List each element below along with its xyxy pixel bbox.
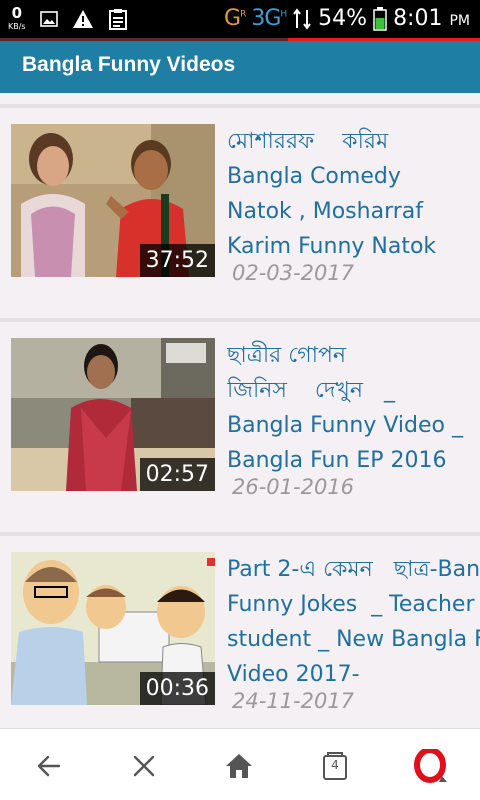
image-icon: [39, 10, 58, 27]
battery-percent: 54%: [318, 6, 368, 31]
back-arrow-icon: [37, 755, 61, 777]
speed-unit: KB/s: [8, 22, 26, 31]
video-card[interactable]: 37:52 মোশাররফ করিম Bangla Comedy Natok ,…: [0, 104, 480, 304]
network-type-3g: 3GH: [251, 6, 287, 31]
video-thumbnail[interactable]: 37:52: [11, 124, 215, 277]
network-speed: 0 KB/s: [8, 6, 26, 31]
app-bar: Bangla Funny Videos: [0, 41, 480, 93]
video-title-link[interactable]: Part 2-এ কেমন ছাত্র-Bangla Funny Jokes _…: [227, 552, 480, 692]
signal-icon: [293, 7, 311, 30]
video-title-link[interactable]: মোশাররফ করিম Bangla Comedy Natok , Mosha…: [227, 124, 480, 264]
clipboard-icon: [108, 8, 127, 30]
warning-icon: [72, 9, 93, 28]
status-right: GR 3GH 54% 8:01 PM: [224, 6, 470, 31]
browser-bottom-bar: 4: [0, 728, 480, 800]
page-title: Bangla Funny Videos: [22, 53, 236, 76]
network2-label: 3G: [251, 6, 281, 31]
home-icon: [226, 754, 252, 778]
close-tab-button[interactable]: [127, 749, 161, 783]
video-thumbnail[interactable]: 02:57: [11, 338, 215, 491]
opera-icon: [414, 749, 447, 783]
home-button[interactable]: [222, 749, 256, 783]
network-type-g: GR: [224, 6, 246, 31]
video-title-link[interactable]: ছাত্রীর গোপন জিনিস দেখুন _ Bangla Funny …: [227, 338, 480, 478]
video-date: 24-11-2017: [232, 689, 355, 713]
video-thumbnail[interactable]: 00:36: [11, 552, 215, 705]
clock-time: 8:01: [393, 6, 443, 31]
video-duration: 00:36: [139, 672, 215, 705]
tabs-count: 4: [331, 758, 339, 772]
battery-icon: [373, 6, 387, 31]
network2-sup: H: [280, 9, 287, 20]
video-card[interactable]: 00:36 Part 2-এ কেমন ছাত্র-Bangla Funny J…: [0, 532, 480, 732]
video-list: 37:52 মোশাররফ করিম Bangla Comedy Natok ,…: [0, 104, 480, 750]
status-bar: 0 KB/s GR 3GH 54% 8:01 PM: [0, 0, 480, 38]
back-button[interactable]: [32, 749, 66, 783]
speed-value: 0: [11, 4, 23, 22]
close-icon: [133, 755, 155, 777]
video-duration: 02:57: [139, 458, 215, 491]
video-date: 26-01-2016: [232, 475, 355, 499]
opera-menu-button[interactable]: [414, 749, 448, 783]
video-duration: 37:52: [139, 244, 215, 277]
clock-ampm: PM: [449, 13, 470, 29]
status-left: 0 KB/s: [8, 6, 128, 31]
network-label: G: [224, 6, 241, 31]
network-sup: R: [240, 9, 246, 20]
clock: 8:01 PM: [393, 6, 470, 31]
video-date: 02-03-2017: [232, 261, 355, 285]
tabs-button[interactable]: 4: [318, 749, 352, 783]
video-card[interactable]: 02:57 ছাত্রীর গোপন জিনিস দেখুন _ Bangla …: [0, 318, 480, 518]
